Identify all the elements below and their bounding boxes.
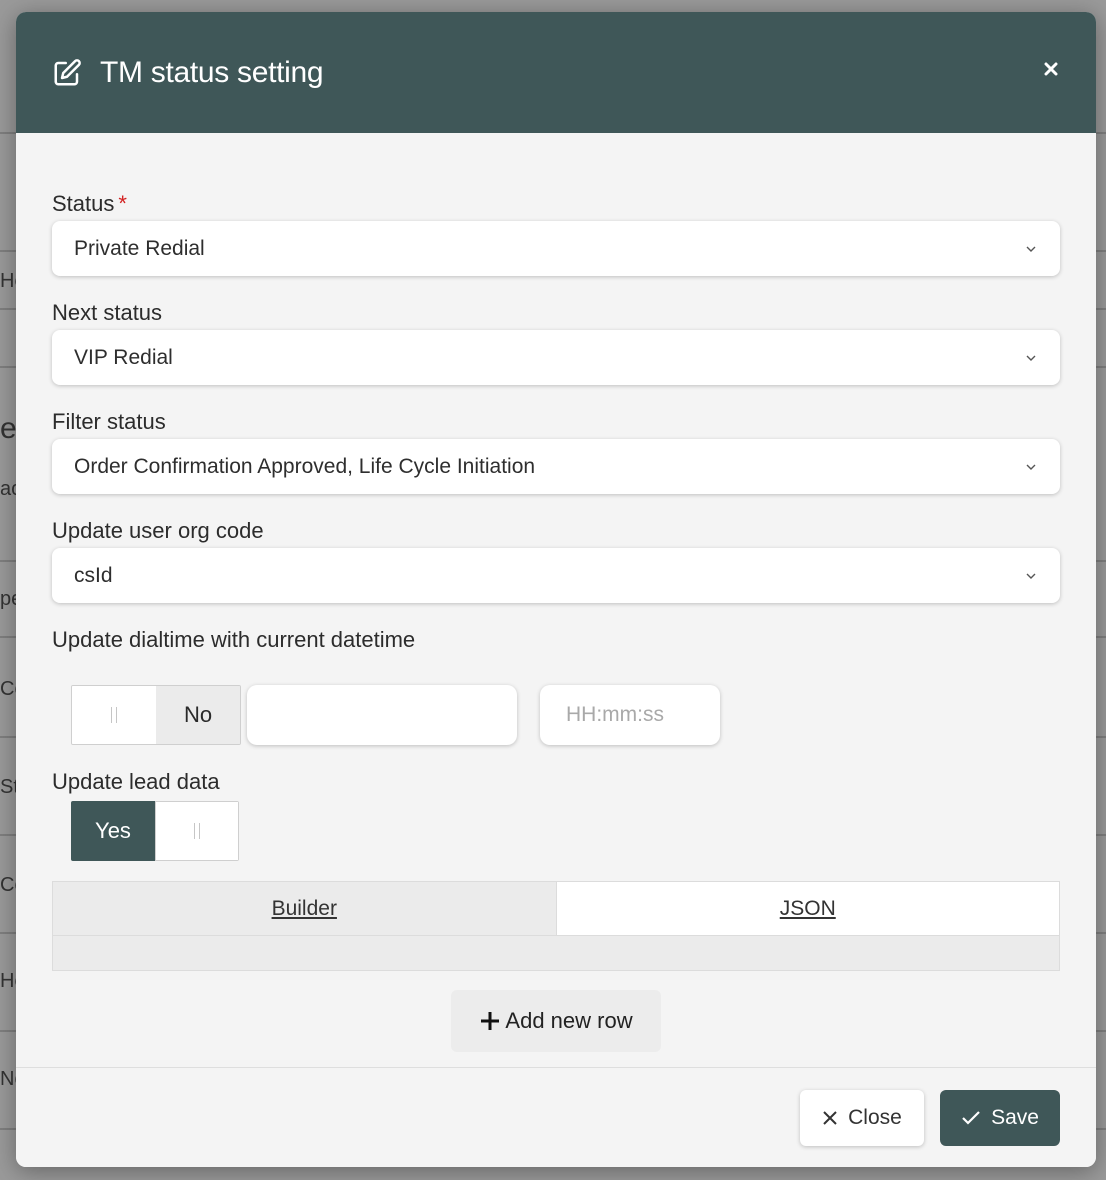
update-dialtime-row: No <box>71 685 1060 745</box>
update-user-org-code-field: Update user org code csId <box>52 516 1060 603</box>
update-dialtime-toggle[interactable]: No <box>71 685 241 745</box>
status-label-text: Status <box>52 191 115 216</box>
add-new-row-label: Add new row <box>505 1008 633 1033</box>
add-new-row-button[interactable]: Add new row <box>451 990 661 1052</box>
update-lead-data-row: Yes <box>71 801 239 861</box>
status-select[interactable]: Private Redial <box>52 221 1060 276</box>
modal-header: TM status setting <box>16 12 1096 133</box>
modal-footer: Close Save <box>16 1067 1096 1167</box>
next-status-select[interactable]: VIP Redial <box>52 330 1060 385</box>
lead-data-tabs: Builder JSON <box>52 881 1060 935</box>
close-icon[interactable] <box>1040 58 1062 80</box>
chevron-down-icon <box>1026 355 1036 361</box>
modal-title: TM status setting <box>100 55 324 89</box>
status-label: Status * <box>52 189 1060 219</box>
update-user-org-code-label: Update user org code <box>52 518 264 543</box>
tab-json[interactable]: JSON <box>556 882 1059 935</box>
save-button-label: Save <box>991 1106 1039 1129</box>
bg-text: ac <box>0 478 16 500</box>
toggle-handle[interactable] <box>72 686 156 744</box>
update-dialtime-label: Update dialtime with current datetime <box>52 627 416 652</box>
toggle-state-yes[interactable]: Yes <box>71 801 155 861</box>
bg-text: He <box>0 270 16 292</box>
dialtime-time-input[interactable] <box>540 685 720 745</box>
filter-status-select[interactable]: Order Confirmation Approved, Life Cycle … <box>52 439 1060 494</box>
bg-text: Co <box>0 874 16 896</box>
save-button[interactable]: Save <box>940 1090 1060 1146</box>
chevron-down-icon <box>1026 464 1036 470</box>
update-dialtime-field: Update dialtime with current datetime No <box>52 625 1060 745</box>
bg-text: St <box>0 776 16 798</box>
grip-icon <box>111 707 117 723</box>
edit-icon <box>54 58 81 85</box>
next-status-label: Next status <box>52 300 163 325</box>
update-user-org-code-value: csId <box>74 563 113 587</box>
bg-text: No <box>0 1068 16 1090</box>
update-user-org-code-select[interactable]: csId <box>52 548 1060 603</box>
chevron-down-icon <box>1026 573 1036 579</box>
chevron-down-icon <box>1026 246 1036 252</box>
tab-panel <box>52 935 1060 971</box>
filter-status-field: Filter status Order Confirmation Approve… <box>52 407 1060 494</box>
bg-text: e <box>0 412 16 445</box>
update-lead-data-label: Update lead data <box>52 769 220 794</box>
close-button[interactable]: Close <box>800 1090 924 1146</box>
status-select-value: Private Redial <box>74 236 205 260</box>
close-button-label: Close <box>848 1106 902 1129</box>
close-icon <box>823 1111 837 1125</box>
bg-text: He <box>0 970 16 992</box>
tm-status-setting-modal: TM status setting Status * Private Redial… <box>16 12 1096 1167</box>
dialtime-date-input[interactable] <box>247 685 517 745</box>
required-mark: * <box>118 191 127 216</box>
toggle-handle[interactable] <box>155 801 239 861</box>
update-lead-data-toggle[interactable]: Yes <box>71 801 239 861</box>
tab-builder[interactable]: Builder <box>53 882 557 935</box>
grip-icon <box>194 823 200 839</box>
toggle-state-no[interactable]: No <box>156 686 240 744</box>
bg-text: Co <box>0 678 16 700</box>
status-field: Status * Private Redial <box>52 189 1060 276</box>
update-lead-data-field: Update lead data Yes <box>52 767 1060 861</box>
next-status-select-value: VIP Redial <box>74 345 173 369</box>
close-icon-glyph <box>1044 62 1058 76</box>
plus-icon <box>481 1012 500 1030</box>
bg-text: pe <box>0 588 16 610</box>
check-icon <box>962 1111 980 1125</box>
filter-status-select-value: Order Confirmation Approved, Life Cycle … <box>74 454 536 478</box>
filter-status-label: Filter status <box>52 409 166 434</box>
next-status-field: Next status VIP Redial <box>52 298 1060 385</box>
modal-body: Status * Private Redial Next status VIP R… <box>16 133 1096 1052</box>
